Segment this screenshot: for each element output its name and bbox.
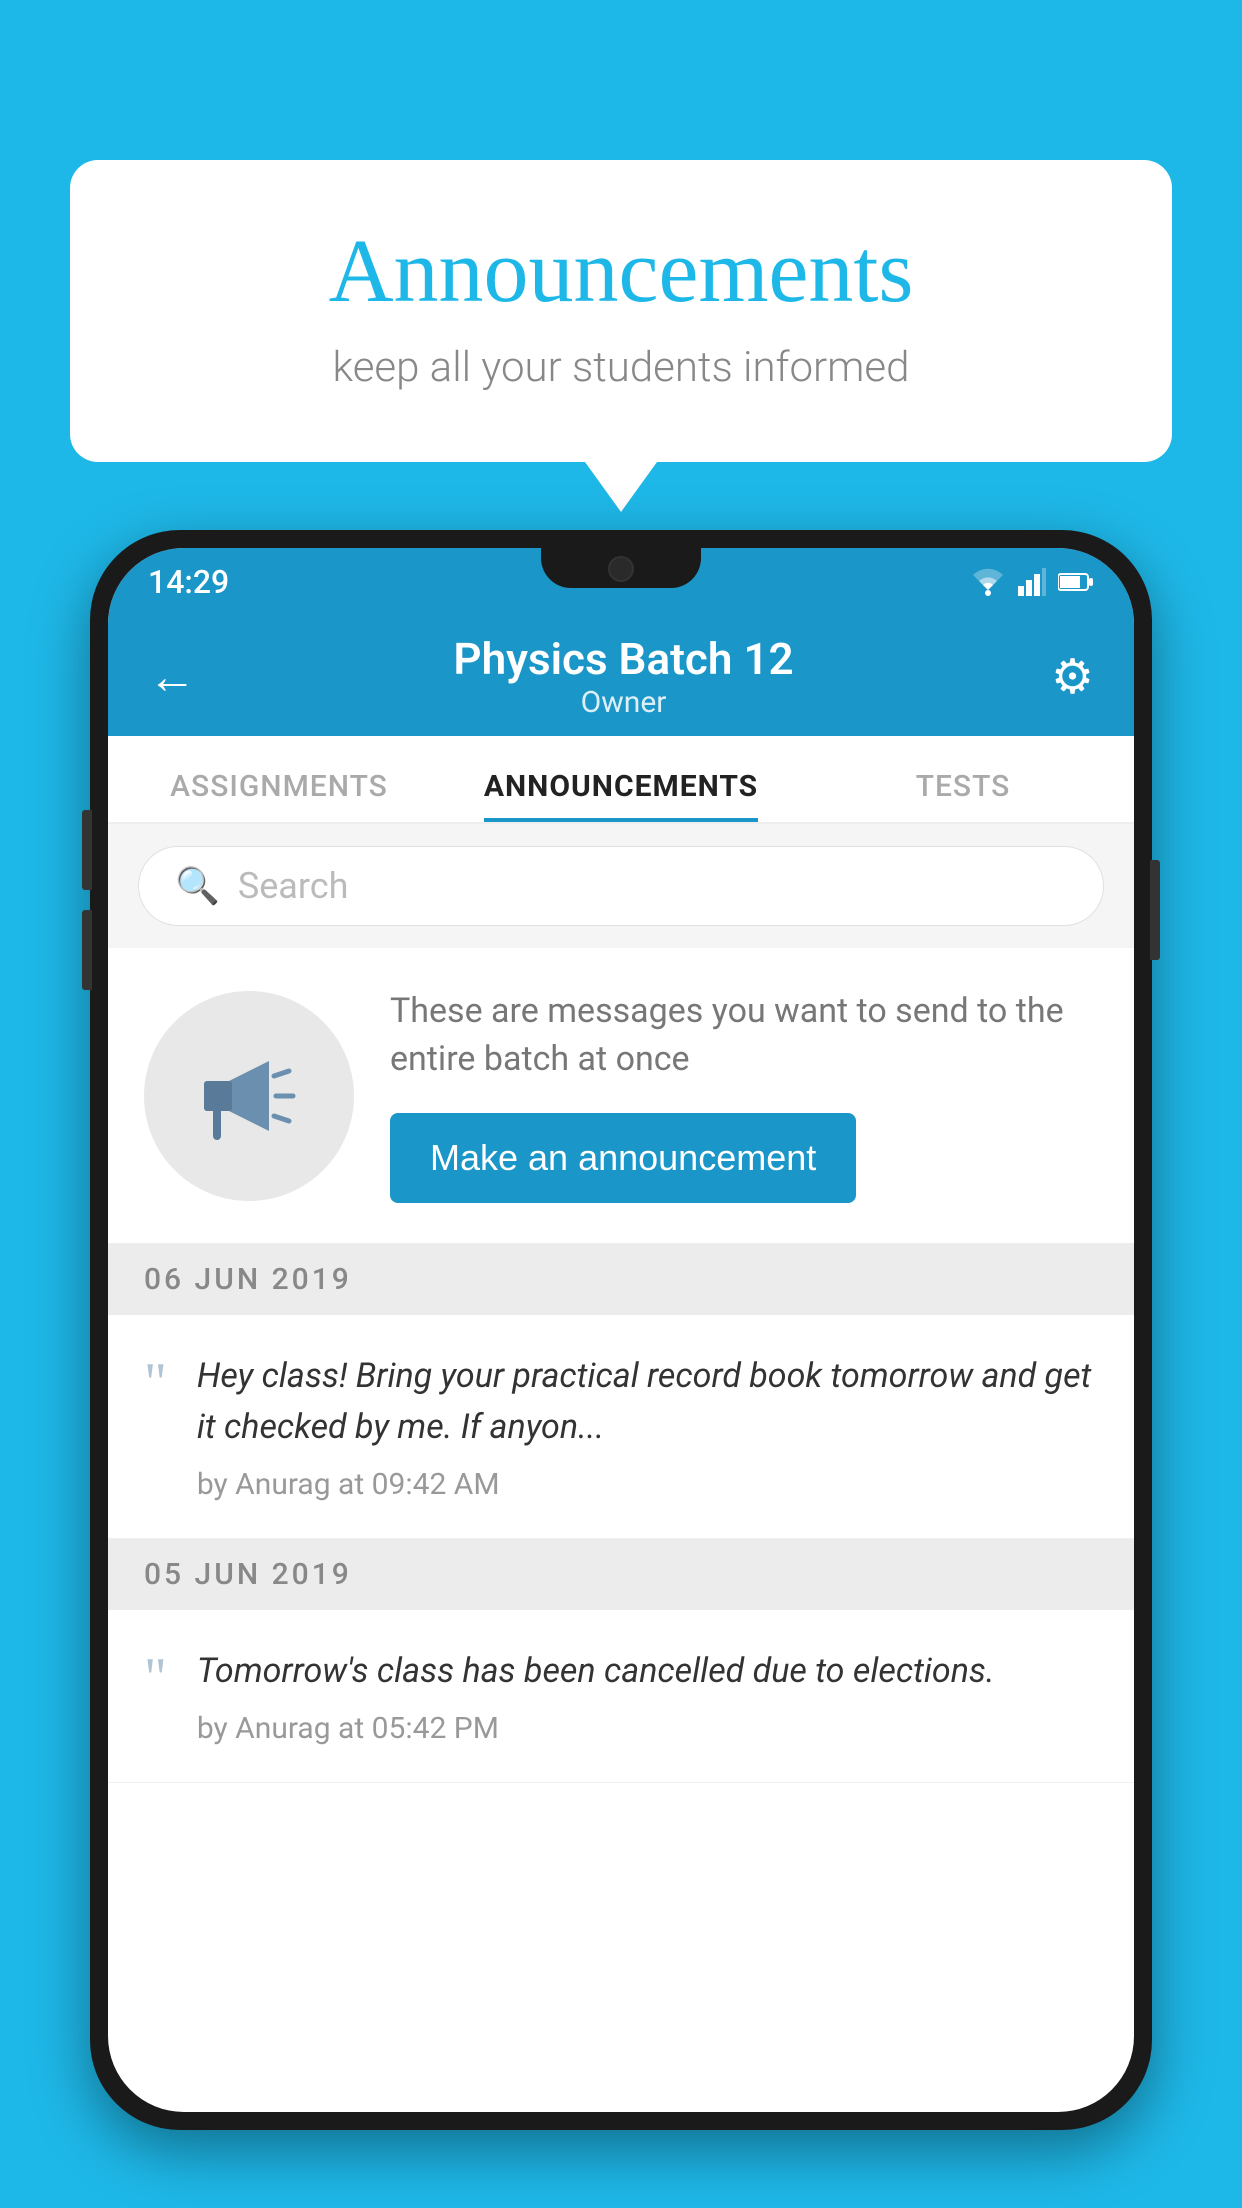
batch-title: Physics Batch 12 bbox=[453, 633, 793, 685]
megaphone-icon bbox=[189, 1036, 309, 1156]
announcement-item-1[interactable]: " Hey class! Bring your practical record… bbox=[108, 1315, 1134, 1539]
tab-bar: ASSIGNMENTS ANNOUNCEMENTS TESTS bbox=[108, 736, 1134, 824]
phone-outer: 14:29 bbox=[90, 530, 1152, 2130]
volume-button-1 bbox=[82, 810, 92, 890]
power-button bbox=[1150, 860, 1160, 960]
phone-wrapper: 14:29 bbox=[90, 530, 1152, 2208]
phone-screen: 14:29 bbox=[108, 548, 1134, 2112]
status-time: 14:29 bbox=[148, 563, 229, 601]
announcement-item-2[interactable]: " Tomorrow's class has been cancelled du… bbox=[108, 1610, 1134, 1783]
promo-description: These are messages you want to send to t… bbox=[390, 988, 1098, 1083]
header-center: Physics Batch 12 Owner bbox=[453, 633, 793, 720]
quote-icon-1: " bbox=[144, 1355, 167, 1411]
announcement-content-1: Hey class! Bring your practical record b… bbox=[197, 1351, 1098, 1502]
promo-icon-circle bbox=[144, 991, 354, 1201]
status-bar: 14:29 bbox=[108, 548, 1134, 616]
batch-role: Owner bbox=[453, 685, 793, 720]
bubble-title: Announcements bbox=[150, 220, 1092, 323]
settings-icon[interactable]: ⚙ bbox=[1051, 648, 1094, 705]
speech-bubble-arrow bbox=[585, 462, 657, 512]
back-button[interactable]: ← bbox=[148, 648, 196, 705]
tab-announcements[interactable]: ANNOUNCEMENTS bbox=[450, 769, 792, 822]
promo-content: These are messages you want to send to t… bbox=[390, 988, 1098, 1203]
speech-bubble-wrapper: Announcements keep all your students inf… bbox=[70, 160, 1172, 512]
front-camera bbox=[608, 556, 634, 582]
volume-button-2 bbox=[82, 910, 92, 990]
wifi-icon bbox=[970, 568, 1006, 596]
announcement-text-1: Hey class! Bring your practical record b… bbox=[197, 1351, 1098, 1453]
announcement-meta-1: by Anurag at 09:42 AM bbox=[197, 1467, 1098, 1502]
status-icons bbox=[970, 568, 1094, 596]
battery-icon bbox=[1058, 568, 1094, 596]
date-separator-1: 06 JUN 2019 bbox=[108, 1244, 1134, 1315]
announcement-text-2: Tomorrow's class has been cancelled due … bbox=[197, 1646, 1098, 1697]
date-separator-2: 05 JUN 2019 bbox=[108, 1539, 1134, 1610]
promo-section: These are messages you want to send to t… bbox=[108, 948, 1134, 1244]
search-icon: 🔍 bbox=[175, 865, 220, 907]
quote-icon-2: " bbox=[144, 1650, 167, 1706]
bubble-subtitle: keep all your students informed bbox=[150, 343, 1092, 392]
announcement-content-2: Tomorrow's class has been cancelled due … bbox=[197, 1646, 1098, 1746]
speech-bubble: Announcements keep all your students inf… bbox=[70, 160, 1172, 462]
notch bbox=[541, 548, 701, 588]
tab-tests[interactable]: TESTS bbox=[792, 769, 1134, 822]
tab-assignments[interactable]: ASSIGNMENTS bbox=[108, 769, 450, 822]
search-placeholder: Search bbox=[238, 865, 349, 907]
signal-icon bbox=[1018, 568, 1046, 596]
search-container: 🔍 Search bbox=[108, 824, 1134, 948]
search-bar[interactable]: 🔍 Search bbox=[138, 846, 1104, 926]
announcement-meta-2: by Anurag at 05:42 PM bbox=[197, 1711, 1098, 1746]
make-announcement-button[interactable]: Make an announcement bbox=[390, 1113, 856, 1203]
app-header: ← Physics Batch 12 Owner ⚙ bbox=[108, 616, 1134, 736]
